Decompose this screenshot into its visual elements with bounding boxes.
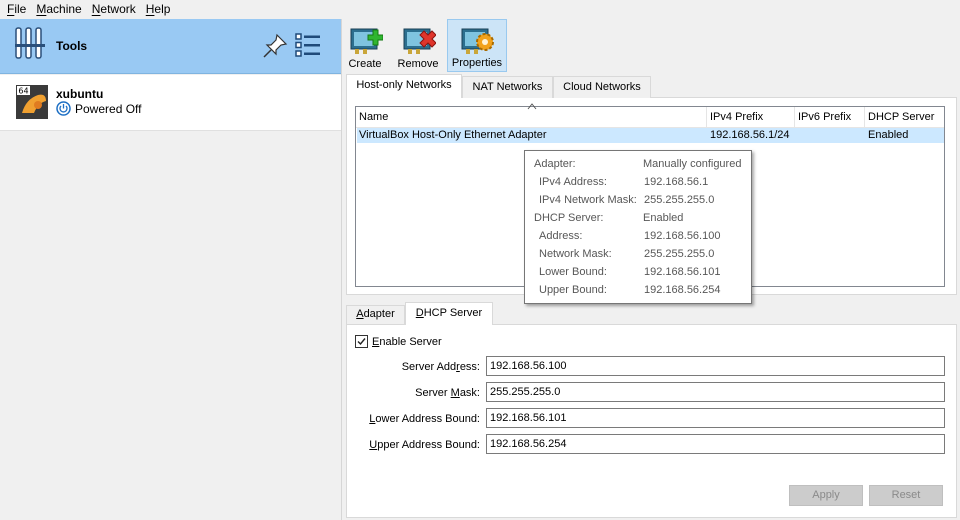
- menu-file[interactable]: File: [2, 0, 31, 19]
- tools-item[interactable]: Tools: [0, 19, 341, 74]
- remove-label: Remove: [397, 58, 439, 70]
- server-mask-label: Server Mask:: [415, 387, 480, 399]
- server-address-field[interactable]: 192.168.56.100: [486, 356, 945, 376]
- vm-state: Powered Off: [75, 102, 142, 116]
- col-header-ipv6[interactable]: IPv6 Prefix: [795, 107, 865, 127]
- server-address-label: Server Address:: [401, 361, 480, 373]
- enable-server-checkbox[interactable]: [355, 335, 368, 348]
- cell-dhcp: Enabled: [868, 129, 909, 141]
- col-header-name[interactable]: Name: [356, 107, 707, 127]
- cell-ipv4: 192.168.56.1/24: [710, 129, 790, 141]
- tab-dhcp-server[interactable]: DHCP Server: [405, 302, 493, 325]
- vm-name: xubuntu: [56, 87, 104, 101]
- lower-bound-field[interactable]: 192.168.56.101: [486, 408, 945, 428]
- menu-help[interactable]: Help: [141, 0, 176, 19]
- apply-button[interactable]: Apply: [789, 485, 863, 506]
- enable-server-label[interactable]: Enable Server: [372, 335, 442, 349]
- pin-icon[interactable]: [262, 33, 288, 59]
- lower-bound-label: Lower Address Bound:: [369, 413, 480, 425]
- tools-icon: [15, 27, 45, 59]
- upper-bound-field[interactable]: 192.168.56.254: [486, 434, 945, 454]
- server-mask-field[interactable]: 255.255.255.0: [486, 382, 945, 402]
- properties-gear-icon: [461, 28, 494, 54]
- xubuntu-os-icon: 64: [16, 85, 48, 119]
- tab-nat-networks[interactable]: NAT Networks: [462, 76, 553, 98]
- tools-label: Tools: [56, 39, 88, 53]
- pane-divider[interactable]: [341, 19, 342, 520]
- cell-name: VirtualBox Host-Only Ethernet Adapter: [359, 129, 547, 141]
- menu-machine[interactable]: Machine: [31, 0, 86, 19]
- col-header-dhcp[interactable]: DHCP Server: [865, 107, 944, 127]
- create-network-icon: [350, 28, 383, 54]
- network-details-tooltip: Adapter: Manually configured IPv4 Address…: [524, 150, 752, 304]
- tab-adapter[interactable]: Adapter: [346, 305, 405, 324]
- properties-button[interactable]: Properties: [447, 19, 507, 72]
- tab-host-only-networks[interactable]: Host-only Networks: [346, 74, 462, 98]
- power-off-icon: [56, 101, 71, 116]
- remove-button[interactable]: Remove: [396, 19, 440, 72]
- col-header-ipv4[interactable]: IPv4 Prefix: [707, 107, 795, 127]
- sort-ascending-icon: [527, 103, 537, 110]
- tab-cloud-networks[interactable]: Cloud Networks: [553, 76, 651, 98]
- create-button[interactable]: Create: [345, 19, 385, 72]
- machine-list-pane: Tools 64 xubuntu Powered Off: [0, 19, 341, 520]
- toolbar: Create Remove Properties: [343, 19, 960, 73]
- menu-bar: File Machine Network Help: [0, 0, 960, 19]
- reset-button[interactable]: Reset: [869, 485, 943, 506]
- menu-network[interactable]: Network: [87, 0, 141, 19]
- vm-item-xubuntu[interactable]: 64 xubuntu Powered Off: [0, 75, 341, 131]
- create-label: Create: [348, 58, 382, 70]
- properties-label: Properties: [451, 57, 503, 69]
- svg-text:64: 64: [18, 87, 28, 96]
- list-menu-icon[interactable]: [295, 33, 321, 57]
- checkmark-icon: [357, 338, 366, 346]
- remove-network-icon: [403, 28, 436, 54]
- upper-bound-label: Upper Address Bound:: [369, 439, 480, 451]
